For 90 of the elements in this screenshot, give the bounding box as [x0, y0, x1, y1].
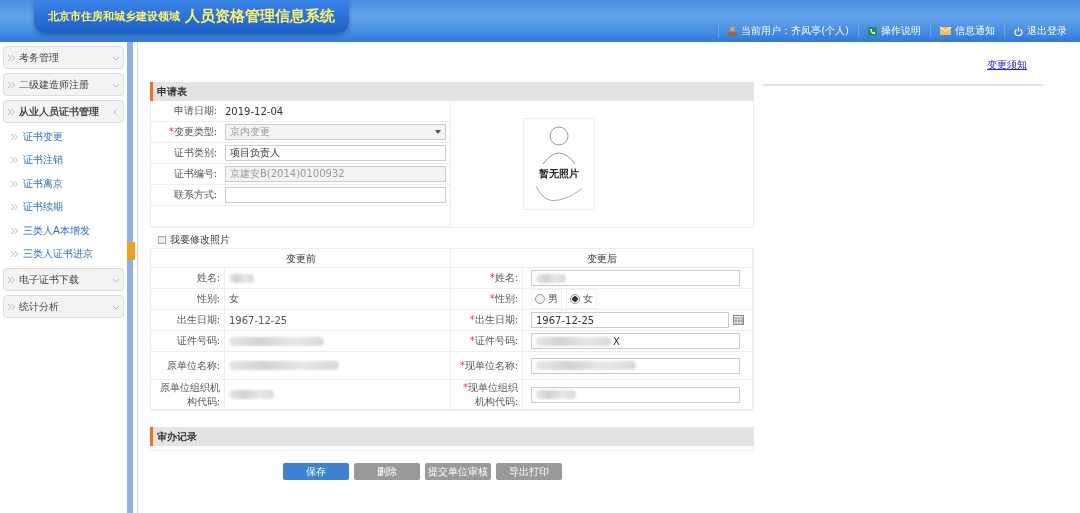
double-chevron-icon	[11, 133, 18, 140]
field-label: 现单位名称:	[464, 359, 518, 371]
chevron-icon	[113, 276, 119, 283]
action-button[interactable]: 删除	[353, 463, 420, 480]
field-label: 出生日期:	[474, 314, 518, 325]
required-mark: *	[469, 314, 475, 325]
field-label: 姓名:	[196, 271, 220, 285]
menu-group[interactable]: 从业人员证书管理	[3, 100, 124, 123]
field-label: 申请日期:	[173, 105, 217, 116]
required-mark: *	[463, 381, 468, 393]
menu-item[interactable]: 三类人证书进京	[3, 244, 124, 264]
menu-item[interactable]: 证书变更	[3, 127, 124, 147]
system-title: 人员资格管理信息系统	[185, 7, 335, 26]
phone-icon	[868, 26, 877, 36]
action-button[interactable]: 保存	[282, 463, 349, 480]
radio-button[interactable]	[570, 294, 580, 304]
menu-item[interactable]: 证书离京	[3, 174, 124, 194]
radio-label: 女	[583, 292, 593, 306]
required-mark: *	[469, 335, 475, 346]
value-text: 女	[229, 292, 239, 306]
menu-item[interactable]: 证书注销	[3, 150, 124, 170]
column-header: 变更前	[151, 249, 451, 268]
field-label: 联系方式:	[173, 189, 217, 200]
input-field[interactable]: X	[531, 333, 740, 349]
section-header: 审办记录	[150, 427, 754, 446]
field-label: 变更类型:	[173, 126, 217, 137]
action-button[interactable]: 提交单位审核	[424, 463, 491, 480]
double-chevron-icon	[8, 303, 15, 310]
section-header: 申请表	[150, 82, 754, 101]
required-mark: *	[489, 293, 495, 304]
column-header: 变更后	[451, 249, 753, 268]
double-chevron-icon	[11, 180, 18, 187]
power-icon	[1014, 26, 1023, 36]
double-chevron-icon	[11, 157, 18, 164]
double-chevron-icon	[8, 108, 15, 115]
header-link[interactable]: 操作说明	[858, 24, 930, 38]
field-label: 原单位组织机构代码:	[159, 380, 220, 409]
menu-item[interactable]: 证书续期	[3, 197, 124, 217]
menu-group[interactable]: 统计分析	[3, 295, 124, 318]
double-chevron-icon	[11, 227, 18, 234]
input-field[interactable]	[531, 357, 740, 374]
required-mark: *	[489, 272, 495, 283]
title-text: 北京市住房和城乡建设领域	[48, 9, 180, 24]
field-label: 现单位组织机构代码:	[468, 381, 518, 407]
field-value: 2019-12-04	[224, 105, 284, 117]
field-label: 证件号码:	[474, 335, 518, 346]
notice-link[interactable]: 变更须知	[987, 58, 1027, 72]
double-chevron-icon	[8, 276, 15, 283]
menu-item[interactable]: 三类人A本增发	[3, 221, 124, 241]
double-chevron-icon	[11, 204, 18, 211]
envelope-icon	[940, 27, 951, 35]
photo-text: 暂无照片	[539, 167, 579, 181]
checkbox-label: 我要修改照片	[170, 232, 230, 247]
double-chevron-icon	[11, 251, 18, 258]
field-label: 性别:	[196, 292, 220, 306]
radio-button[interactable]	[535, 294, 545, 304]
input-field[interactable]	[531, 270, 740, 286]
field-label: 出生日期:	[176, 313, 220, 327]
menu-group[interactable]: 二级建造师注册	[3, 73, 124, 96]
field-label: 证件号码:	[176, 334, 220, 348]
value-text: 1967-12-25	[229, 314, 288, 326]
user-icon	[728, 26, 738, 36]
header-link[interactable]: 退出登录	[1004, 24, 1076, 38]
checkbox[interactable]	[158, 235, 166, 244]
header-link[interactable]: 信息通知	[930, 24, 1004, 38]
action-button[interactable]: 导出打印	[495, 463, 562, 480]
input-field[interactable]: 项目负责人	[225, 145, 446, 161]
radio-label: 男	[548, 292, 558, 306]
collapse-handle[interactable]	[127, 242, 135, 260]
required-mark: *	[459, 359, 465, 371]
chevron-icon	[113, 81, 119, 88]
double-chevron-icon	[8, 81, 15, 88]
input-field[interactable]	[225, 187, 446, 203]
input-field[interactable]: 1967-12-25	[531, 312, 729, 328]
chevron-icon	[113, 54, 119, 61]
field-label: 证书类别:	[173, 147, 217, 158]
double-chevron-icon	[8, 54, 15, 61]
field-label: 原单位名称:	[166, 358, 220, 373]
header-link[interactable]: 当前用户：齐凤亭(个人)	[718, 24, 858, 38]
calendar-icon[interactable]	[733, 315, 744, 325]
input-field[interactable]	[531, 386, 740, 403]
menu-group[interactable]: 考务管理	[3, 46, 124, 69]
menu-group[interactable]: 电子证书下载	[3, 268, 124, 291]
required-mark: *	[168, 126, 174, 137]
chevron-icon	[113, 108, 119, 115]
field-label: 性别:	[494, 293, 518, 304]
dropdown-icon	[435, 130, 441, 134]
chevron-icon	[113, 303, 119, 310]
field-label: 姓名:	[494, 272, 518, 283]
field-label: 证书编号:	[173, 168, 217, 179]
